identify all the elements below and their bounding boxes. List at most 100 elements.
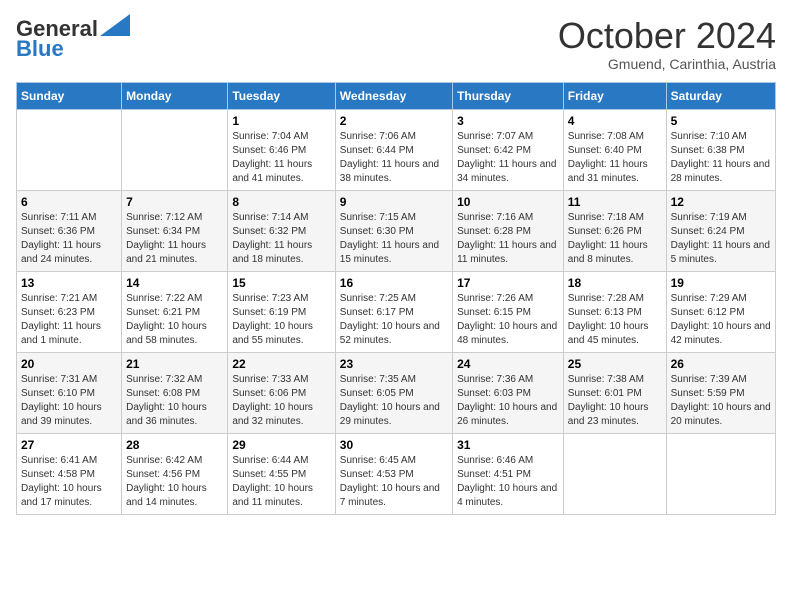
day-cell: 6 Sunrise: 7:11 AM Sunset: 6:36 PM Daylig… [17, 190, 122, 271]
location-subtitle: Gmuend, Carinthia, Austria [558, 56, 776, 72]
day-number: 21 [126, 357, 223, 371]
day-cell: 20Sunrise: 7:31 AM Sunset: 6:10 PM Dayli… [17, 352, 122, 433]
day-number: 2 [340, 114, 448, 128]
day-info: Sunrise: 7:06 AM Sunset: 6:44 PM Dayligh… [340, 130, 448, 186]
day-number: 6 [21, 195, 117, 209]
day-info: Sunrise: 6:45 AM Sunset: 4:53 PM Dayligh… [340, 454, 448, 510]
day-info: Sunrise: 7:36 AM Sunset: 6:03 PM Dayligh… [457, 373, 559, 429]
day-number: 24 [457, 357, 559, 371]
day-cell: 4 Sunrise: 7:08 AM Sunset: 6:40 PM Daylig… [563, 109, 666, 190]
logo-blue-text: Blue [16, 36, 64, 62]
day-info: Sunrise: 6:44 AM Sunset: 4:55 PM Dayligh… [232, 454, 330, 510]
day-info: Sunrise: 7:07 AM Sunset: 6:42 PM Dayligh… [457, 130, 559, 186]
day-header-thursday: Thursday [453, 82, 564, 109]
day-number: 31 [457, 438, 559, 452]
day-info: Sunrise: 7:16 AM Sunset: 6:28 PM Dayligh… [457, 211, 559, 267]
day-header-monday: Monday [122, 82, 228, 109]
day-number: 15 [232, 276, 330, 290]
day-number: 4 [568, 114, 662, 128]
title-area: October 2024 Gmuend, Carinthia, Austria [558, 16, 776, 72]
day-number: 11 [568, 195, 662, 209]
day-header-sunday: Sunday [17, 82, 122, 109]
day-info: Sunrise: 7:10 AM Sunset: 6:38 PM Dayligh… [671, 130, 771, 186]
day-cell: 18Sunrise: 7:28 AM Sunset: 6:13 PM Dayli… [563, 271, 666, 352]
day-cell: 11 Sunrise: 7:18 AM Sunset: 6:26 PM Dayli… [563, 190, 666, 271]
day-cell: 13 Sunrise: 7:21 AM Sunset: 6:23 PM Dayli… [17, 271, 122, 352]
day-info: Sunrise: 7:25 AM Sunset: 6:17 PM Dayligh… [340, 292, 448, 348]
day-cell [122, 109, 228, 190]
day-cell: 23Sunrise: 7:35 AM Sunset: 6:05 PM Dayli… [335, 352, 452, 433]
day-number: 26 [671, 357, 771, 371]
day-number: 3 [457, 114, 559, 128]
day-info: Sunrise: 7:19 AM Sunset: 6:24 PM Dayligh… [671, 211, 771, 267]
week-row-3: 13 Sunrise: 7:21 AM Sunset: 6:23 PM Dayli… [17, 271, 776, 352]
day-number: 29 [232, 438, 330, 452]
day-header-friday: Friday [563, 82, 666, 109]
week-row-4: 20Sunrise: 7:31 AM Sunset: 6:10 PM Dayli… [17, 352, 776, 433]
day-info: Sunrise: 7:12 AM Sunset: 6:34 PM Dayligh… [126, 211, 223, 267]
day-info: Sunrise: 7:26 AM Sunset: 6:15 PM Dayligh… [457, 292, 559, 348]
day-cell: 7 Sunrise: 7:12 AM Sunset: 6:34 PM Daylig… [122, 190, 228, 271]
day-cell [666, 433, 775, 514]
day-cell: 14Sunrise: 7:22 AM Sunset: 6:21 PM Dayli… [122, 271, 228, 352]
day-info: Sunrise: 7:21 AM Sunset: 6:23 PM Dayligh… [21, 292, 117, 348]
day-cell: 9Sunrise: 7:15 AM Sunset: 6:30 PM Daylig… [335, 190, 452, 271]
day-info: Sunrise: 6:46 AM Sunset: 4:51 PM Dayligh… [457, 454, 559, 510]
day-cell [17, 109, 122, 190]
day-cell: 17 Sunrise: 7:26 AM Sunset: 6:15 PM Dayli… [453, 271, 564, 352]
day-cell: 24 Sunrise: 7:36 AM Sunset: 6:03 PM Dayli… [453, 352, 564, 433]
day-cell: 12 Sunrise: 7:19 AM Sunset: 6:24 PM Dayli… [666, 190, 775, 271]
day-header-tuesday: Tuesday [228, 82, 335, 109]
day-info: Sunrise: 7:31 AM Sunset: 6:10 PM Dayligh… [21, 373, 117, 429]
week-row-2: 6 Sunrise: 7:11 AM Sunset: 6:36 PM Daylig… [17, 190, 776, 271]
day-number: 9 [340, 195, 448, 209]
day-info: Sunrise: 7:38 AM Sunset: 6:01 PM Dayligh… [568, 373, 662, 429]
day-number: 5 [671, 114, 771, 128]
day-cell: 28Sunrise: 6:42 AM Sunset: 4:56 PM Dayli… [122, 433, 228, 514]
week-row-1: 1Sunrise: 7:04 AM Sunset: 6:46 PM Daylig… [17, 109, 776, 190]
day-info: Sunrise: 7:18 AM Sunset: 6:26 PM Dayligh… [568, 211, 662, 267]
day-number: 8 [232, 195, 330, 209]
day-cell: 16 Sunrise: 7:25 AM Sunset: 6:17 PM Dayli… [335, 271, 452, 352]
day-cell: 31 Sunrise: 6:46 AM Sunset: 4:51 PM Dayli… [453, 433, 564, 514]
day-cell: 10 Sunrise: 7:16 AM Sunset: 6:28 PM Dayli… [453, 190, 564, 271]
day-number: 23 [340, 357, 448, 371]
day-cell [563, 433, 666, 514]
day-info: Sunrise: 7:22 AM Sunset: 6:21 PM Dayligh… [126, 292, 223, 348]
logo: General Blue [16, 16, 130, 62]
day-number: 12 [671, 195, 771, 209]
day-number: 22 [232, 357, 330, 371]
day-info: Sunrise: 7:23 AM Sunset: 6:19 PM Dayligh… [232, 292, 330, 348]
day-number: 28 [126, 438, 223, 452]
logo-wing-icon [100, 14, 130, 36]
day-number: 16 [340, 276, 448, 290]
day-cell: 5 Sunrise: 7:10 AM Sunset: 6:38 PM Daylig… [666, 109, 775, 190]
day-info: Sunrise: 7:14 AM Sunset: 6:32 PM Dayligh… [232, 211, 330, 267]
day-info: Sunrise: 7:28 AM Sunset: 6:13 PM Dayligh… [568, 292, 662, 348]
day-number: 17 [457, 276, 559, 290]
day-info: Sunrise: 6:41 AM Sunset: 4:58 PM Dayligh… [21, 454, 117, 510]
day-number: 10 [457, 195, 559, 209]
day-cell: 1Sunrise: 7:04 AM Sunset: 6:46 PM Daylig… [228, 109, 335, 190]
day-info: Sunrise: 7:39 AM Sunset: 5:59 PM Dayligh… [671, 373, 771, 429]
day-header-saturday: Saturday [666, 82, 775, 109]
day-info: Sunrise: 7:08 AM Sunset: 6:40 PM Dayligh… [568, 130, 662, 186]
day-number: 13 [21, 276, 117, 290]
day-cell: 21 Sunrise: 7:32 AM Sunset: 6:08 PM Dayli… [122, 352, 228, 433]
day-number: 25 [568, 357, 662, 371]
day-number: 27 [21, 438, 117, 452]
day-info: Sunrise: 7:32 AM Sunset: 6:08 PM Dayligh… [126, 373, 223, 429]
day-cell: 2 Sunrise: 7:06 AM Sunset: 6:44 PM Daylig… [335, 109, 452, 190]
day-cell: 25 Sunrise: 7:38 AM Sunset: 6:01 PM Dayli… [563, 352, 666, 433]
day-cell: 26 Sunrise: 7:39 AM Sunset: 5:59 PM Dayli… [666, 352, 775, 433]
page-header: General Blue October 2024 Gmuend, Carint… [16, 16, 776, 72]
day-info: Sunrise: 7:04 AM Sunset: 6:46 PM Dayligh… [232, 130, 330, 186]
day-cell: 3 Sunrise: 7:07 AM Sunset: 6:42 PM Daylig… [453, 109, 564, 190]
day-cell: 19Sunrise: 7:29 AM Sunset: 6:12 PM Dayli… [666, 271, 775, 352]
day-number: 7 [126, 195, 223, 209]
day-info: Sunrise: 7:11 AM Sunset: 6:36 PM Dayligh… [21, 211, 117, 267]
day-cell: 22Sunrise: 7:33 AM Sunset: 6:06 PM Dayli… [228, 352, 335, 433]
day-info: Sunrise: 7:29 AM Sunset: 6:12 PM Dayligh… [671, 292, 771, 348]
day-cell: 29 Sunrise: 6:44 AM Sunset: 4:55 PM Dayli… [228, 433, 335, 514]
day-cell: 8 Sunrise: 7:14 AM Sunset: 6:32 PM Daylig… [228, 190, 335, 271]
